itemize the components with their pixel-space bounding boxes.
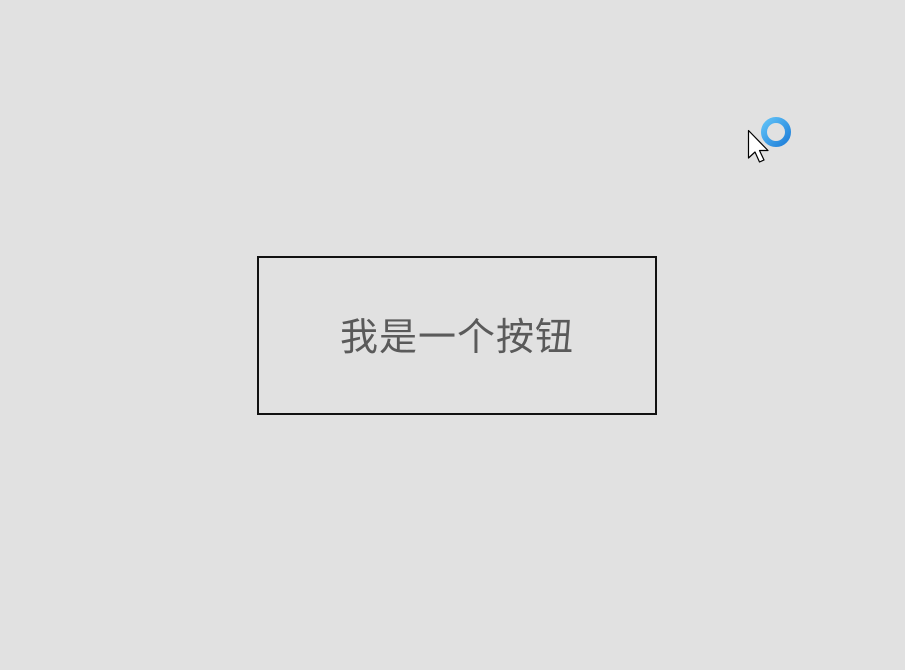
busy-cursor <box>747 115 797 175</box>
busy-ring-icon <box>761 117 791 147</box>
main-button-label: 我是一个按钮 <box>339 314 574 359</box>
main-button[interactable]: 我是一个按钮 <box>257 256 657 415</box>
